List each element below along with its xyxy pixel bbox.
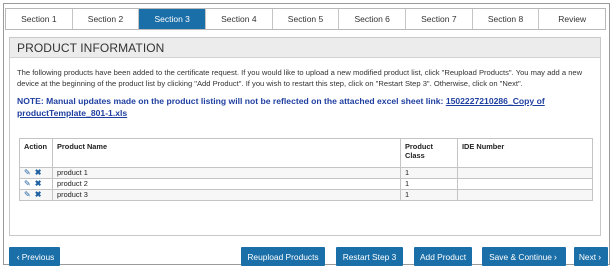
chevron-left-icon: ‹: [16, 251, 20, 262]
product-class-cell: 1: [400, 178, 458, 190]
next-label: Next: [578, 251, 597, 262]
product-name-cell: product 3: [52, 189, 401, 201]
tab-section-4[interactable]: Section 4: [206, 9, 273, 29]
x-icon[interactable]: ✖: [35, 180, 42, 188]
previous-label: Previous: [21, 251, 55, 262]
tab-section-5[interactable]: Section 5: [272, 9, 340, 29]
table-row: ✎ ✖ product 3 1: [19, 189, 593, 201]
panel-header: PRODUCT INFORMATION: [10, 38, 600, 58]
tab-section-3[interactable]: Section 3: [139, 9, 207, 29]
product-information-panel: PRODUCT INFORMATION The following produc…: [9, 37, 601, 236]
product-name-cell: product 2: [52, 178, 401, 190]
ide-number-cell: [457, 167, 593, 179]
product-class-cell: 1: [400, 167, 458, 179]
product-table: Action Product Name Product Class IDE Nu…: [19, 138, 593, 201]
save-continue-button[interactable]: Save & Continue ›: [482, 247, 566, 266]
ide-number-cell: [457, 189, 593, 201]
pencil-icon[interactable]: ✎: [24, 191, 31, 199]
chevron-right-icon: ›: [598, 251, 602, 262]
table-row: ✎ ✖ product 1 1: [19, 167, 593, 179]
tab-section-2[interactable]: Section 2: [72, 9, 140, 29]
panel-title: PRODUCT INFORMATION: [17, 40, 165, 55]
restart-step-button[interactable]: Restart Step 3: [336, 247, 403, 266]
previous-button[interactable]: ‹ Previous: [9, 247, 60, 266]
tab-section-8[interactable]: Section 8: [472, 9, 540, 29]
header-product-class: Product Class: [400, 138, 458, 168]
tab-review[interactable]: Review: [539, 9, 606, 29]
next-button[interactable]: Next ›: [574, 247, 608, 266]
row-actions: ✎ ✖: [19, 189, 53, 201]
add-product-button[interactable]: Add Product: [414, 247, 472, 266]
header-action: Action: [19, 138, 53, 168]
save-continue-label: Save & Continue: [489, 251, 552, 262]
reupload-products-button[interactable]: Reupload Products: [241, 247, 325, 266]
table-header-row: Action Product Name Product Class IDE Nu…: [19, 138, 593, 168]
x-icon[interactable]: ✖: [35, 169, 42, 177]
row-actions: ✎ ✖: [19, 167, 53, 179]
note-prefix: NOTE: Manual updates made on the product…: [17, 96, 444, 106]
product-class-cell: 1: [400, 189, 458, 201]
pencil-icon[interactable]: ✎: [24, 180, 31, 188]
intro-text: The following products have been added t…: [17, 68, 583, 88]
tab-section-1[interactable]: Section 1: [6, 9, 73, 29]
chevron-right-icon: ›: [553, 251, 557, 262]
note-text: NOTE: Manual updates made on the product…: [17, 96, 597, 119]
product-name-cell: product 1: [52, 167, 401, 179]
pencil-icon[interactable]: ✎: [24, 169, 31, 177]
x-icon[interactable]: ✖: [35, 191, 42, 199]
row-actions: ✎ ✖: [19, 178, 53, 190]
header-product-name: Product Name: [52, 138, 401, 168]
section-tabs: Section 1 Section 2 Section 3 Section 4 …: [5, 8, 606, 30]
header-ide-number: IDE Number: [457, 138, 593, 168]
tab-section-7[interactable]: Section 7: [406, 9, 473, 29]
ide-number-cell: [457, 178, 593, 190]
table-row: ✎ ✖ product 2 1: [19, 178, 593, 190]
tab-section-6[interactable]: Section 6: [339, 9, 407, 29]
